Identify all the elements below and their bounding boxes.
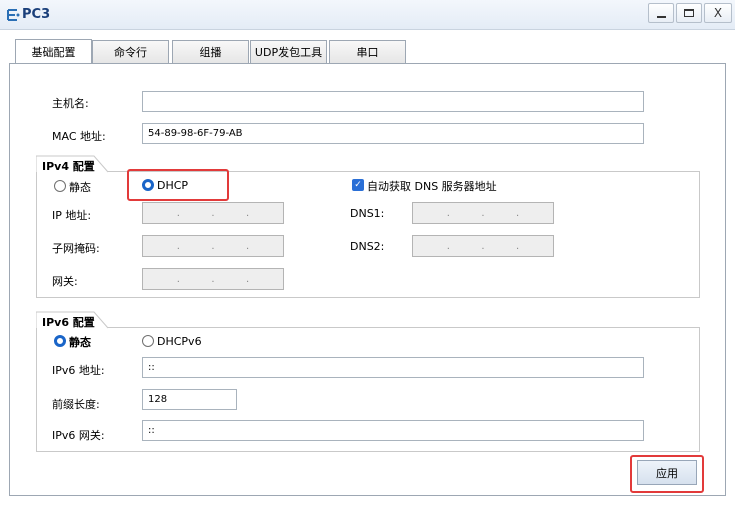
- tab-command-line[interactable]: 命令行: [92, 40, 169, 63]
- hostname-input[interactable]: [142, 91, 644, 112]
- subnet-mask-label: 子网掩码:: [52, 242, 100, 255]
- ip-address-label: IP 地址:: [52, 209, 92, 222]
- prefix-length-label: 前缀长度:: [52, 398, 100, 411]
- tab-multicast[interactable]: 组播: [172, 40, 249, 63]
- ipv4-static-label: 静态: [69, 181, 91, 194]
- ipv6-group-title: IPv6 配置: [42, 316, 95, 329]
- gateway-label: 网关:: [52, 275, 78, 288]
- dns2-input: ...: [412, 235, 554, 257]
- hostname-label: 主机名:: [52, 97, 89, 110]
- mac-label: MAC 地址:: [52, 130, 106, 143]
- ipv4-dhcp-label: DHCP: [157, 179, 189, 192]
- ipv6-gateway-input[interactable]: ::: [142, 420, 644, 441]
- ipv6-address-input[interactable]: ::: [142, 357, 644, 378]
- tab-basic-config[interactable]: 基础配置: [15, 39, 92, 64]
- ipv6-static-label: 静态: [69, 336, 91, 349]
- dns1-input: ...: [412, 202, 554, 224]
- maximize-icon: [684, 9, 694, 17]
- ipv6-dhcpv6-radio[interactable]: [142, 335, 154, 347]
- app-icon: [7, 9, 20, 21]
- ipv6-address-label: IPv6 地址:: [52, 364, 105, 377]
- minimize-button[interactable]: [648, 3, 674, 23]
- gateway-input: ...: [142, 268, 284, 290]
- subnet-mask-input: ...: [142, 235, 284, 257]
- mac-address-field: 54-89-98-6F-79-AB: [142, 123, 644, 144]
- ipv4-group-title: IPv4 配置: [42, 160, 95, 173]
- apply-button[interactable]: 应用: [637, 460, 697, 485]
- tab-serial[interactable]: 串口: [329, 40, 406, 63]
- ipv4-dhcp-radio[interactable]: [142, 179, 154, 191]
- maximize-button[interactable]: [676, 3, 702, 23]
- ipv6-gateway-label: IPv6 网关:: [52, 429, 105, 442]
- ip-address-input: ...: [142, 202, 284, 224]
- close-icon: X: [713, 6, 723, 20]
- prefix-length-input[interactable]: 128: [142, 389, 237, 410]
- minimize-icon: [656, 16, 666, 18]
- dns2-label: DNS2:: [350, 240, 385, 253]
- ipv6-dhcpv6-label: DHCPv6: [157, 335, 202, 348]
- title-bar: PC3 X: [0, 0, 735, 30]
- ipv6-static-radio[interactable]: [54, 335, 66, 347]
- auto-dns-label: 自动获取 DNS 服务器地址: [367, 180, 497, 193]
- ipv4-static-radio[interactable]: [54, 180, 66, 192]
- dns1-label: DNS1:: [350, 207, 385, 220]
- auto-dns-checkbox[interactable]: ✓: [352, 179, 364, 191]
- tab-udp-tool[interactable]: UDP发包工具: [250, 40, 327, 63]
- close-button[interactable]: X: [704, 3, 732, 23]
- window-title: PC3: [22, 7, 51, 22]
